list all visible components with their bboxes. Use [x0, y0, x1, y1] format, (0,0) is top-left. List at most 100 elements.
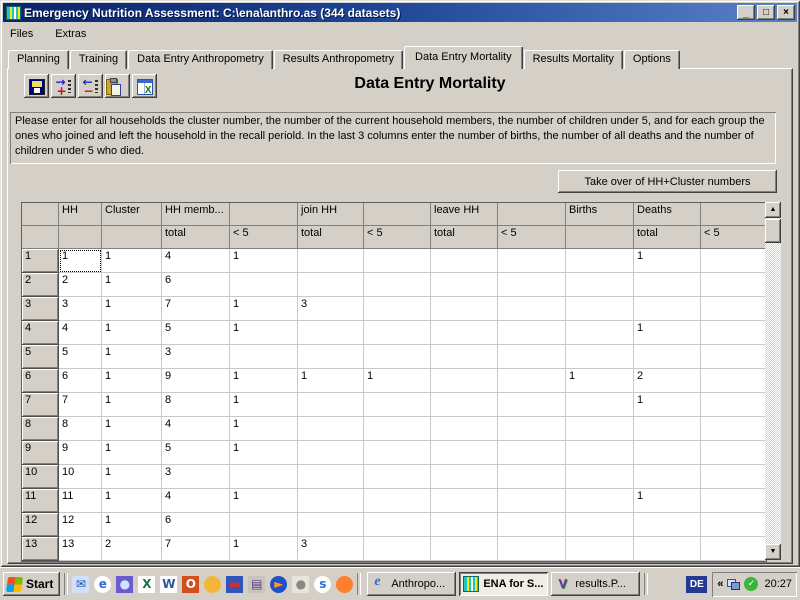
- cell-11-join_u5[interactable]: [364, 489, 431, 513]
- cell-10-deaths_total[interactable]: [634, 465, 701, 489]
- cell-6-join_u5[interactable]: 1: [364, 369, 431, 393]
- cell-7-cluster[interactable]: 1: [102, 393, 162, 417]
- cell-11-deaths_u5[interactable]: [701, 489, 766, 513]
- network-icon[interactable]: [727, 579, 740, 590]
- cell-2-memb_u5[interactable]: [230, 273, 298, 297]
- cell-6-leave_total[interactable]: [431, 369, 498, 393]
- cell-4-leave_u5[interactable]: [498, 321, 566, 345]
- cell-4-memb_total[interactable]: 5: [162, 321, 230, 345]
- internet-explorer-icon[interactable]: e: [94, 576, 111, 593]
- cell-2-hh[interactable]: 2: [59, 273, 102, 297]
- antivirus-icon[interactable]: ✓: [744, 577, 758, 591]
- row-header-2[interactable]: 2: [22, 273, 59, 297]
- vertical-scrollbar[interactable]: ▲ ▼: [765, 202, 781, 560]
- start-button[interactable]: Start: [3, 572, 60, 596]
- tab-planning[interactable]: Planning: [8, 50, 69, 69]
- cell-3-deaths_total[interactable]: [634, 297, 701, 321]
- cell-11-memb_total[interactable]: 4: [162, 489, 230, 513]
- row-header-13[interactable]: 13: [22, 537, 59, 561]
- cell-9-leave_total[interactable]: [431, 441, 498, 465]
- cell-10-cluster[interactable]: 1: [102, 465, 162, 489]
- cell-13-births[interactable]: [566, 537, 634, 561]
- cell-9-leave_u5[interactable]: [498, 441, 566, 465]
- cell-8-join_total[interactable]: [298, 417, 364, 441]
- row-header-11[interactable]: 11: [22, 489, 59, 513]
- cell-5-join_u5[interactable]: [364, 345, 431, 369]
- cell-3-join_total[interactable]: 3: [298, 297, 364, 321]
- cell-5-deaths_total[interactable]: [634, 345, 701, 369]
- cell-6-deaths_u5[interactable]: [701, 369, 766, 393]
- cell-1-join_u5[interactable]: [364, 249, 431, 273]
- cell-9-births[interactable]: [566, 441, 634, 465]
- cell-8-leave_u5[interactable]: [498, 417, 566, 441]
- cell-1-deaths_u5[interactable]: [701, 249, 766, 273]
- firefox-icon[interactable]: [336, 576, 353, 593]
- cell-12-cluster[interactable]: 1: [102, 513, 162, 537]
- cell-6-hh[interactable]: 6: [59, 369, 102, 393]
- cell-8-memb_u5[interactable]: 1: [230, 417, 298, 441]
- cell-2-deaths_u5[interactable]: [701, 273, 766, 297]
- cell-7-leave_u5[interactable]: [498, 393, 566, 417]
- cell-9-join_u5[interactable]: [364, 441, 431, 465]
- scroll-up-button[interactable]: ▲: [765, 202, 781, 218]
- cell-6-leave_u5[interactable]: [498, 369, 566, 393]
- cell-11-join_total[interactable]: [298, 489, 364, 513]
- cell-5-births[interactable]: [566, 345, 634, 369]
- cell-8-join_u5[interactable]: [364, 417, 431, 441]
- cell-2-leave_u5[interactable]: [498, 273, 566, 297]
- cell-11-births[interactable]: [566, 489, 634, 513]
- cell-13-deaths_u5[interactable]: [701, 537, 766, 561]
- cell-2-join_total[interactable]: [298, 273, 364, 297]
- insert-record-button[interactable]: [51, 74, 76, 98]
- tab-data-entry-mortality[interactable]: Data Entry Mortality: [404, 46, 523, 69]
- cell-12-memb_u5[interactable]: [230, 513, 298, 537]
- cell-1-leave_u5[interactable]: [498, 249, 566, 273]
- cell-1-deaths_total[interactable]: 1: [634, 249, 701, 273]
- cell-12-hh[interactable]: 12: [59, 513, 102, 537]
- cell-6-memb_total[interactable]: 9: [162, 369, 230, 393]
- cell-3-hh[interactable]: 3: [59, 297, 102, 321]
- row-header-12[interactable]: 12: [22, 513, 59, 537]
- cell-12-leave_u5[interactable]: [498, 513, 566, 537]
- menu-files[interactable]: Files: [8, 27, 35, 41]
- cell-2-memb_total[interactable]: 6: [162, 273, 230, 297]
- cell-10-memb_total[interactable]: 3: [162, 465, 230, 489]
- cell-4-memb_u5[interactable]: 1: [230, 321, 298, 345]
- cell-2-births[interactable]: [566, 273, 634, 297]
- cell-1-join_total[interactable]: [298, 249, 364, 273]
- cell-12-deaths_u5[interactable]: [701, 513, 766, 537]
- cell-13-hh[interactable]: 13: [59, 537, 102, 561]
- cell-2-cluster[interactable]: 1: [102, 273, 162, 297]
- tab-results-mortality[interactable]: Results Mortality: [524, 50, 623, 69]
- cell-4-join_total[interactable]: [298, 321, 364, 345]
- tray-expand-button[interactable]: «: [717, 578, 723, 590]
- cell-3-leave_u5[interactable]: [498, 297, 566, 321]
- cell-4-leave_total[interactable]: [431, 321, 498, 345]
- cell-8-hh[interactable]: 8: [59, 417, 102, 441]
- pet-icon[interactable]: ●: [292, 576, 309, 593]
- cell-7-leave_total[interactable]: [431, 393, 498, 417]
- delete-record-button[interactable]: [78, 74, 103, 98]
- cell-7-memb_u5[interactable]: 1: [230, 393, 298, 417]
- cell-10-join_total[interactable]: [298, 465, 364, 489]
- maximize-button[interactable]: □: [757, 5, 775, 20]
- cell-1-hh[interactable]: 1: [59, 249, 102, 273]
- cell-12-deaths_total[interactable]: [634, 513, 701, 537]
- word-icon[interactable]: W: [160, 576, 177, 593]
- cell-13-join_total[interactable]: 3: [298, 537, 364, 561]
- tab-results-anthropometry[interactable]: Results Anthropometry: [274, 50, 403, 69]
- cell-13-memb_total[interactable]: 7: [162, 537, 230, 561]
- take-over-button[interactable]: Take over of HH+Cluster numbers: [558, 170, 777, 193]
- row-header-3[interactable]: 3: [22, 297, 59, 321]
- cell-10-join_u5[interactable]: [364, 465, 431, 489]
- cell-12-join_u5[interactable]: [364, 513, 431, 537]
- tab-training[interactable]: Training: [70, 50, 127, 69]
- cell-9-join_total[interactable]: [298, 441, 364, 465]
- save-button[interactable]: [24, 74, 49, 98]
- cell-12-births[interactable]: [566, 513, 634, 537]
- cell-11-memb_u5[interactable]: 1: [230, 489, 298, 513]
- cell-7-deaths_u5[interactable]: [701, 393, 766, 417]
- cell-3-deaths_u5[interactable]: [701, 297, 766, 321]
- language-indicator[interactable]: DE: [686, 576, 707, 593]
- cell-10-memb_u5[interactable]: [230, 465, 298, 489]
